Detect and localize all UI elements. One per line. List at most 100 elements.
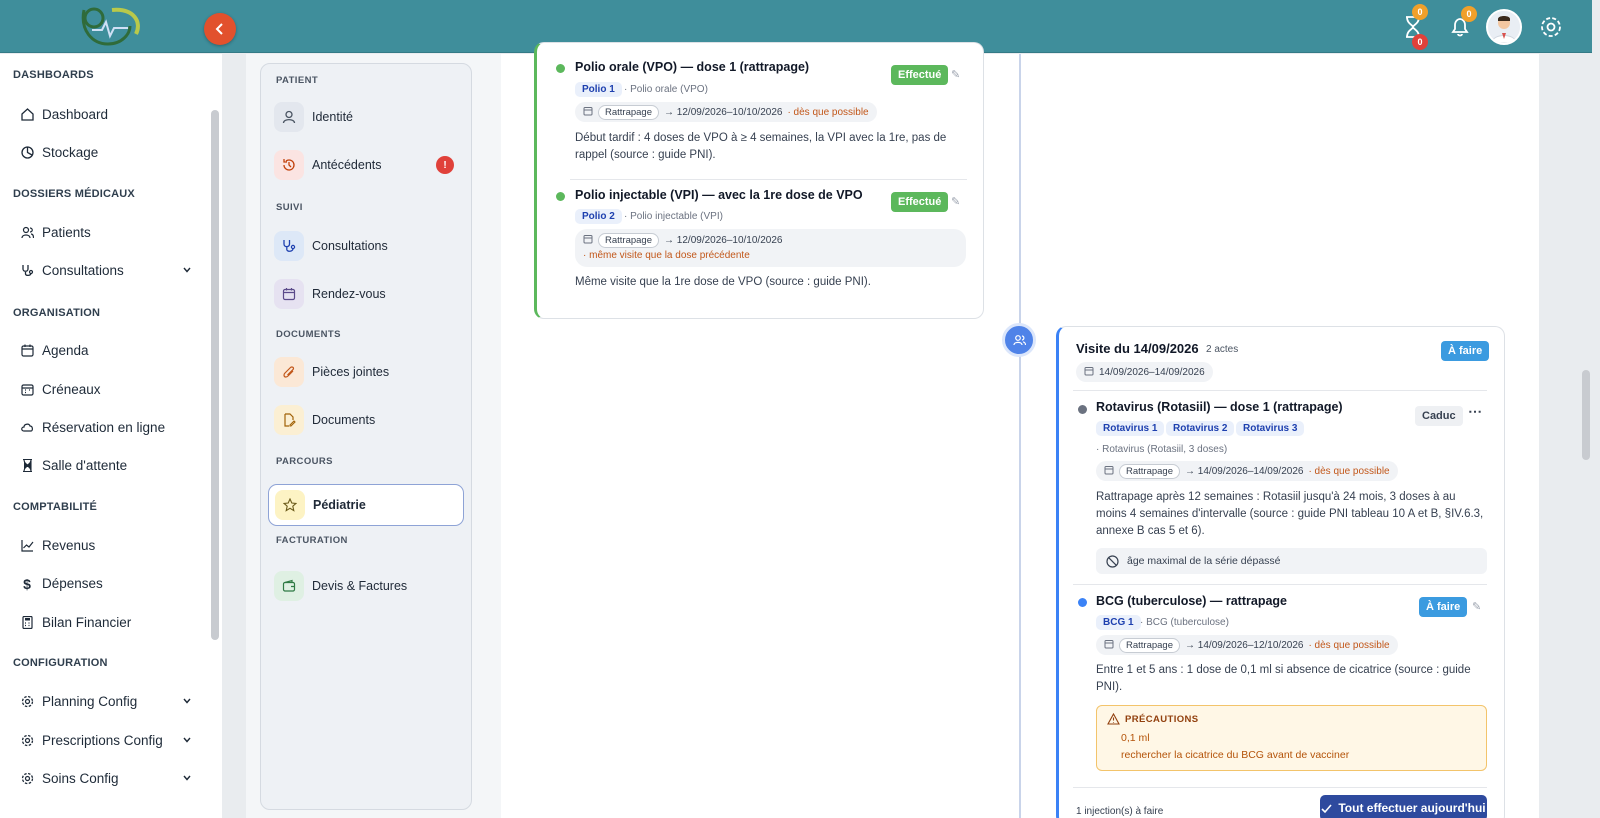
patient-nav-pediatrie[interactable]: Pédiatrie bbox=[268, 484, 464, 526]
status-badge-todo[interactable]: À faire bbox=[1419, 597, 1468, 617]
patient-nav-section-facturation: FACTURATION bbox=[276, 535, 348, 546]
patient-nav-consultations[interactable]: Consultations bbox=[274, 229, 458, 263]
content-scrollbar[interactable] bbox=[1582, 370, 1590, 460]
window-row: Rattrapage → 12/09/2026–10/10/2026 · dès… bbox=[575, 102, 877, 122]
dose-tag: Rotavirus 3 bbox=[1236, 421, 1305, 436]
edit-pencil-icon[interactable]: ✎ bbox=[1472, 600, 1481, 613]
vaccine-name: · Polio injectable (VPI) bbox=[624, 211, 723, 222]
window-type: Rattrapage bbox=[1119, 637, 1181, 653]
notifications-button[interactable]: 0 bbox=[1445, 6, 1477, 42]
document-edit-icon bbox=[274, 405, 304, 435]
sidebar-item-consultations[interactable]: Consultations bbox=[20, 263, 192, 278]
waiting-room-button[interactable]: 0 0 bbox=[1398, 4, 1428, 50]
dose-tag: Polio 1 bbox=[575, 82, 622, 97]
users-icon bbox=[20, 226, 34, 240]
act-description: Début tardif : 4 doses de VPO à ≥ 4 sema… bbox=[575, 132, 947, 161]
sidebar-item-salle-attente[interactable]: Salle d'attente bbox=[20, 458, 192, 473]
patient-nav-section-documents: DOCUMENTS bbox=[276, 329, 341, 340]
sidebar-item-prescriptions-config[interactable]: Prescriptions Config bbox=[20, 733, 192, 748]
sidebar-item-planning-config[interactable]: Planning Config bbox=[20, 694, 192, 709]
act-description: Même visite que la 1re dose de VPO (sour… bbox=[575, 276, 871, 288]
cloud-icon bbox=[20, 421, 34, 435]
more-options-icon[interactable]: ⋯ bbox=[1468, 403, 1482, 420]
act-status-dot bbox=[1078, 598, 1087, 607]
chevron-down-icon bbox=[183, 737, 191, 743]
sidebar-item-dashboard[interactable]: Dashboard bbox=[20, 107, 192, 122]
line-chart-icon bbox=[20, 539, 34, 553]
sidebar-section-organisation: ORGANISATION bbox=[13, 307, 101, 319]
sidebar-item-label: Revenus bbox=[42, 538, 96, 553]
sidebar-item-label: Agenda bbox=[42, 343, 89, 358]
chevron-down-icon bbox=[183, 775, 191, 781]
visit-act-count: 2 actes bbox=[1206, 344, 1239, 355]
status-badge-caduc[interactable]: Caduc bbox=[1415, 406, 1463, 426]
sidebar-item-bilan[interactable]: Bilan Financier bbox=[20, 615, 192, 630]
complete-all-today-button[interactable]: Tout effectuer aujourd'hui bbox=[1320, 795, 1487, 818]
calendar-icon bbox=[20, 344, 34, 358]
window-note: · même visite que la dose précédente bbox=[583, 250, 750, 261]
sidebar-scrollbar[interactable] bbox=[211, 110, 219, 640]
antecedents-alert-badge: ! bbox=[436, 156, 454, 174]
wallet-icon bbox=[274, 571, 304, 601]
bell-badge: 0 bbox=[1461, 6, 1477, 22]
window-range: → 14/09/2026–12/10/2026 bbox=[1185, 639, 1304, 651]
window-range: → 12/09/2026–10/10/2026 bbox=[664, 234, 783, 246]
window-range: → 14/09/2026–14/09/2026 bbox=[1185, 465, 1304, 477]
patient-nav-identite[interactable]: Identité bbox=[274, 100, 458, 134]
vaccine-name: · Polio orale (VPO) bbox=[624, 84, 708, 95]
sidebar-item-label: Réservation en ligne bbox=[42, 420, 166, 435]
visit-date-row: 14/09/2026–14/09/2026 bbox=[1076, 362, 1213, 382]
home-icon bbox=[20, 108, 34, 122]
patient-nav-devis-factures[interactable]: Devis & Factures bbox=[274, 569, 458, 603]
vaccine-name: · BCG (tuberculose) bbox=[1140, 617, 1229, 628]
status-badge-done[interactable]: Effectué bbox=[891, 192, 949, 212]
patient-nav-documents[interactable]: Documents bbox=[274, 403, 458, 437]
calendar-icon bbox=[583, 106, 593, 119]
patient-nav-label: Pièces jointes bbox=[312, 365, 390, 379]
button-label: Tout effectuer aujourd'hui bbox=[1338, 801, 1486, 815]
patient-nav-rendez-vous[interactable]: Rendez-vous bbox=[274, 277, 458, 311]
history-icon bbox=[274, 150, 304, 180]
status-badge-done[interactable]: Effectué bbox=[891, 65, 949, 85]
app-logo[interactable] bbox=[72, 4, 146, 50]
gear-icon bbox=[1541, 17, 1561, 37]
sidebar-item-soins-config[interactable]: Soins Config bbox=[20, 771, 192, 786]
sidebar-item-agenda[interactable]: Agenda bbox=[20, 343, 192, 358]
patient-nav-label: Documents bbox=[312, 413, 376, 427]
sidebar-section-comptabilite: COMPTABILITÉ bbox=[13, 501, 98, 513]
act-warning: âge maximal de la série dépassé bbox=[1096, 548, 1487, 574]
sidebar-item-reservation[interactable]: Réservation en ligne bbox=[20, 420, 192, 435]
sidebar-item-label: Créneaux bbox=[42, 382, 101, 397]
act-description: Rattrapage après 12 semaines : Rotasiil … bbox=[1096, 491, 1484, 537]
dose-tag: Rotavirus 1 bbox=[1096, 421, 1165, 436]
dose-tag: BCG 1 bbox=[1096, 615, 1141, 630]
sidebar-item-label: Patients bbox=[42, 225, 91, 240]
paperclip-icon bbox=[274, 357, 304, 387]
patient-nav-section-parcours: PARCOURS bbox=[276, 456, 333, 467]
visit-status-badge[interactable]: À faire bbox=[1441, 341, 1490, 361]
patient-nav-antecedents[interactable]: Antécédents ! bbox=[274, 148, 458, 182]
sidebar-item-creneaux[interactable]: Créneaux bbox=[20, 382, 192, 397]
calendar-icon bbox=[583, 234, 593, 247]
sidebar-item-patients[interactable]: Patients bbox=[20, 225, 192, 240]
window-row: Rattrapage → 12/09/2026–10/10/2026 bbox=[575, 230, 790, 250]
sidebar-item-revenus[interactable]: Revenus bbox=[20, 538, 192, 553]
warning-triangle-icon bbox=[1107, 713, 1120, 725]
settings-button[interactable] bbox=[1536, 12, 1566, 42]
timeline-node[interactable] bbox=[1002, 323, 1036, 357]
sidebar-collapse-button[interactable] bbox=[204, 13, 236, 45]
stethoscope-icon bbox=[274, 231, 304, 261]
edit-pencil-icon[interactable]: ✎ bbox=[951, 68, 960, 81]
patient-nav-label: Pédiatrie bbox=[313, 498, 366, 512]
dollar-icon: $ bbox=[23, 575, 31, 592]
edit-pencil-icon[interactable]: ✎ bbox=[951, 195, 960, 208]
patient-nav-label: Rendez-vous bbox=[312, 287, 386, 301]
sidebar-item-depenses[interactable]: $ Dépenses bbox=[20, 575, 192, 592]
sidebar-section-configuration: CONFIGURATION bbox=[13, 657, 108, 669]
sidebar-item-stockage[interactable]: Stockage bbox=[20, 145, 192, 160]
separator bbox=[1073, 390, 1487, 391]
vaccine-name: · Rotavirus (Rotasiil, 3 doses) bbox=[1096, 444, 1228, 455]
user-avatar[interactable] bbox=[1486, 9, 1522, 45]
patient-nav-pieces-jointes[interactable]: Pièces jointes bbox=[274, 355, 458, 389]
sidebar-section-dossiers: DOSSIERS MÉDICAUX bbox=[13, 188, 135, 200]
